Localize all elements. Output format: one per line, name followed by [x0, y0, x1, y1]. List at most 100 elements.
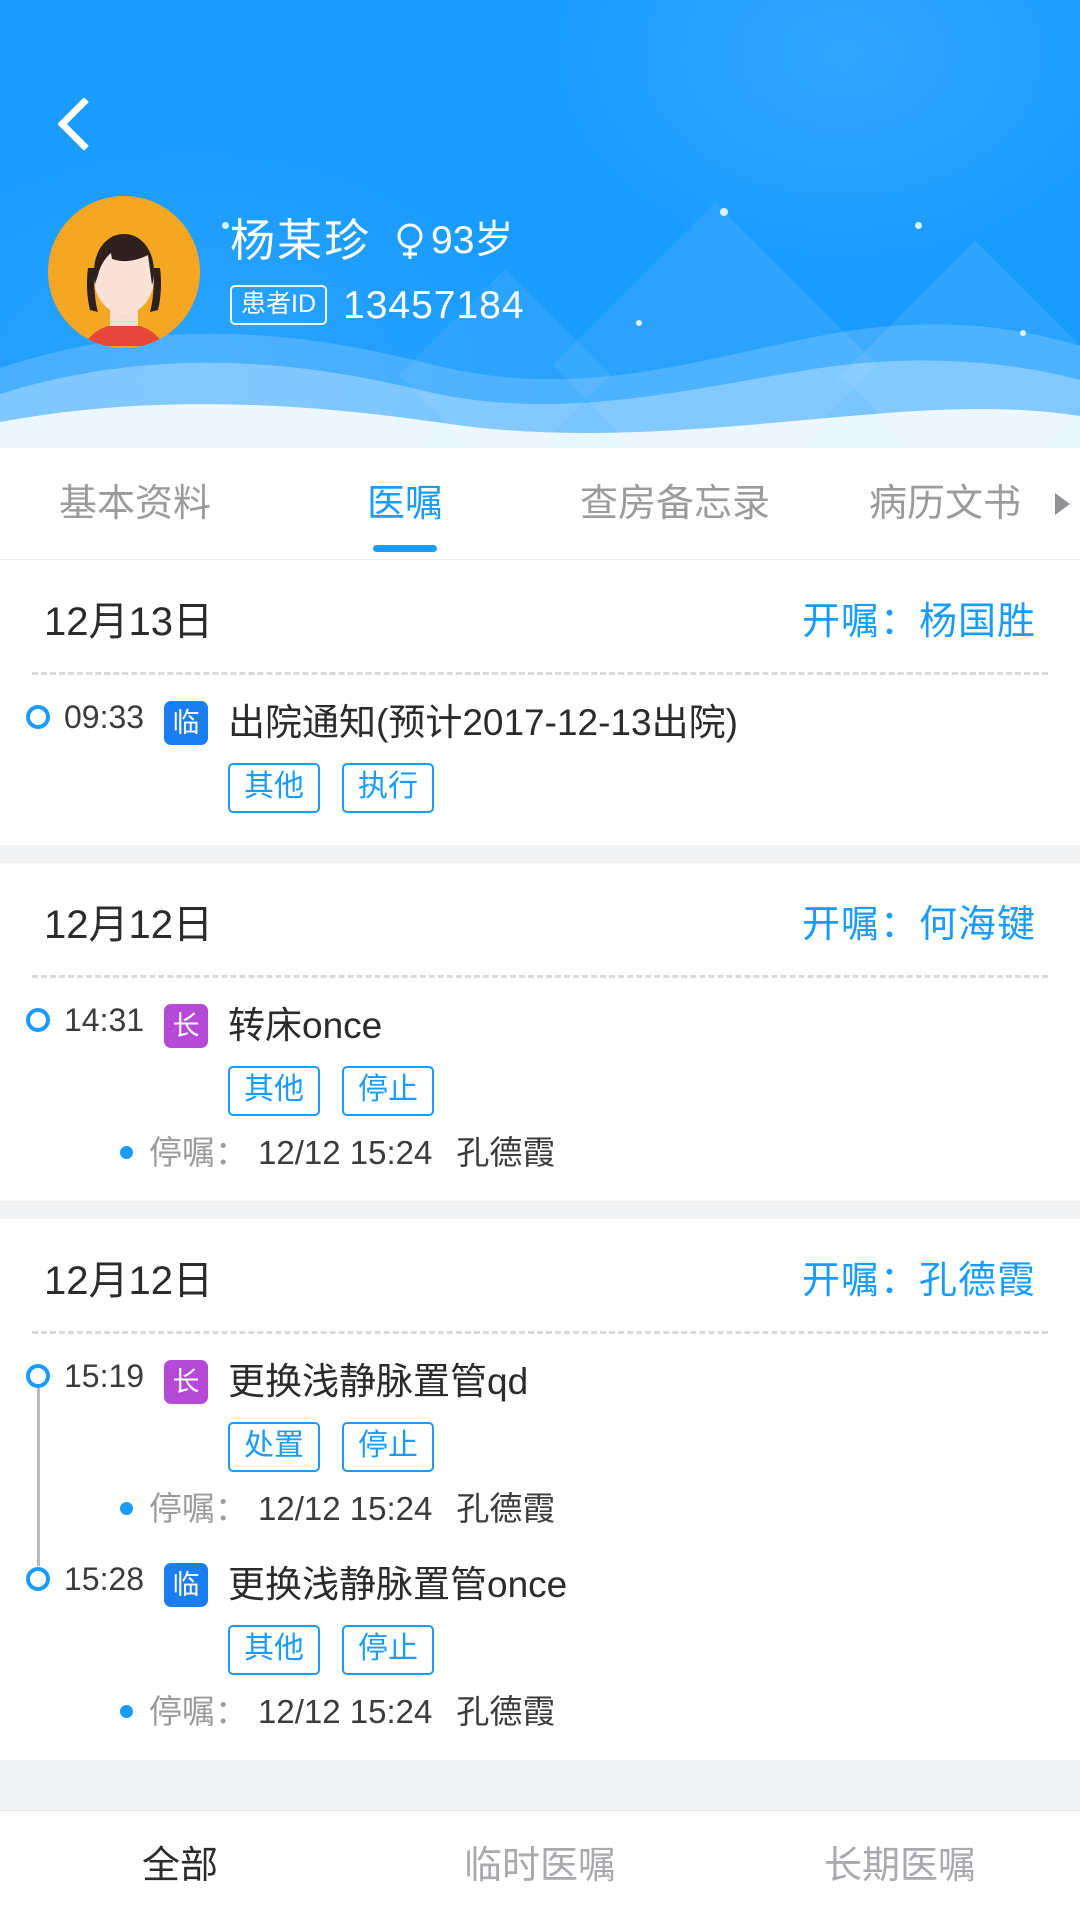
stop-note-time: 12/12 15:24	[258, 1693, 433, 1730]
order-type-badge: 临	[164, 701, 208, 745]
order-type-badge: 长	[164, 1004, 208, 1048]
order-stop-note: 停嘱： 12/12 15:24 孔德霞	[120, 1695, 1080, 1728]
order-stop-note: 停嘱： 12/12 15:24 孔德霞	[120, 1136, 1080, 1169]
order-type-badge: 长	[164, 1360, 208, 1404]
order-tag[interactable]: 其他	[228, 1625, 320, 1675]
order-tag[interactable]: 停止	[342, 1625, 434, 1675]
timeline-column: 09:33	[26, 701, 146, 733]
order-tag[interactable]: 停止	[342, 1422, 434, 1472]
order-title-row: 长 更换浅静脉置管qd	[164, 1360, 1080, 1404]
tab-medical-orders[interactable]: 医嘱	[270, 448, 540, 560]
order-card-doctor[interactable]: 开嘱：孔德霞	[802, 1262, 1036, 1300]
stop-note-label: 停嘱：	[149, 1134, 248, 1171]
order-title-row: 临 更换浅静脉置管once	[164, 1563, 1080, 1607]
patient-details: 杨某珍 93岁 患者ID 13457184	[230, 196, 525, 325]
order-card-date: 12月13日	[44, 600, 213, 644]
order-tags: 其他 停止	[228, 1625, 1080, 1675]
stop-note-operator: 孔德霞	[456, 1693, 556, 1730]
stop-note-label: 停嘱：	[149, 1490, 248, 1527]
stop-note-operator: 孔德霞	[456, 1490, 556, 1527]
header-decor-dot	[720, 208, 728, 216]
order-card[interactable]: 12月13日 开嘱：杨国胜 09:33 临 出院通知(预计2017-12-13出…	[0, 560, 1080, 845]
order-tag[interactable]: 其他	[228, 1066, 320, 1116]
patient-id-badge-label: 患者ID	[230, 285, 328, 325]
timeline-dot-icon	[26, 705, 50, 729]
order-card-header: 12月12日 开嘱：何海键	[0, 863, 1080, 975]
bullet-icon	[120, 1146, 133, 1159]
order-entry-main: 14:31 长 转床once 其他 停止	[0, 1004, 1080, 1116]
tab-active-underline	[373, 544, 437, 552]
filter-temporary-orders[interactable]: 临时医嘱	[360, 1847, 720, 1885]
stop-note-operator: 孔德霞	[456, 1134, 556, 1171]
female-gender-icon	[397, 223, 423, 259]
tab-basic-info[interactable]: 基本资料	[0, 448, 270, 560]
order-tag[interactable]: 处置	[228, 1422, 320, 1472]
order-stop-note: 停嘱： 12/12 15:24 孔德霞	[120, 1492, 1080, 1525]
order-entries: 09:33 临 出院通知(预计2017-12-13出院) 其他 执行	[0, 675, 1080, 837]
patient-name-row: 杨某珍 93岁	[230, 218, 525, 263]
order-entry-main: 09:33 临 出院通知(预计2017-12-13出院) 其他 执行	[0, 701, 1080, 813]
order-time: 09:33	[64, 699, 145, 735]
patient-summary: 杨某珍 93岁 患者ID 13457184	[48, 196, 525, 348]
order-time: 14:31	[64, 1002, 145, 1038]
order-time: 15:28	[64, 1561, 145, 1597]
order-card-doctor[interactable]: 开嘱：杨国胜	[802, 603, 1036, 641]
patient-orders-screen: 杨某珍 93岁 患者ID 13457184 基本资料 医嘱 查房备忘录 病历文书…	[0, 0, 1080, 1920]
tab-label: 病历文书	[868, 482, 1021, 525]
tab-label: 基本资料	[58, 482, 211, 525]
bullet-icon	[120, 1502, 133, 1515]
order-card[interactable]: 12月12日 开嘱：何海键 14:31 长 转床once 其他 停止 停嘱： 1…	[0, 863, 1080, 1201]
timeline-column: 15:19	[26, 1360, 146, 1392]
order-name: 转床once	[228, 1004, 383, 1046]
order-card-date: 12月12日	[44, 1259, 213, 1303]
order-card-header: 12月12日 开嘱：孔德霞	[0, 1219, 1080, 1331]
patient-id-row: 患者ID 13457184	[230, 285, 525, 325]
order-entries: 15:19 长 更换浅静脉置管qd 处置 停止 停嘱： 12/12 15:24 …	[0, 1334, 1080, 1752]
order-tags: 其他 执行	[228, 763, 1080, 813]
header-decor-dot	[915, 222, 922, 229]
timeline-dot-icon	[26, 1008, 50, 1032]
order-entry[interactable]: 15:28 临 更换浅静脉置管once 其他 停止 停嘱： 12/12 15:2…	[0, 1537, 1080, 1740]
order-name: 出院通知(预计2017-12-13出院)	[228, 701, 738, 743]
order-tag[interactable]: 其他	[228, 763, 320, 813]
tab-label: 查房备忘录	[579, 482, 770, 525]
filter-longterm-orders[interactable]: 长期医嘱	[720, 1847, 1080, 1885]
order-entry-body: 长 更换浅静脉置管qd 处置 停止	[146, 1360, 1080, 1472]
tab-ward-round-memo[interactable]: 查房备忘录	[540, 448, 810, 560]
chevron-right-icon[interactable]	[1055, 492, 1070, 515]
order-card-header: 12月13日 开嘱：杨国胜	[0, 560, 1080, 672]
avatar[interactable]	[48, 196, 200, 348]
order-tags: 处置 停止	[228, 1422, 1080, 1472]
order-entry-main: 15:28 临 更换浅静脉置管once 其他 停止	[0, 1563, 1080, 1675]
order-entry-body: 临 出院通知(预计2017-12-13出院) 其他 执行	[146, 701, 1080, 813]
order-entry[interactable]: 14:31 长 转床once 其他 停止 停嘱： 12/12 15:24 孔德霞	[0, 1004, 1080, 1181]
stop-note-time: 12/12 15:24	[258, 1490, 433, 1527]
filter-all[interactable]: 全部	[0, 1847, 360, 1885]
patient-age: 93岁	[431, 219, 514, 262]
order-entries: 14:31 长 转床once 其他 停止 停嘱： 12/12 15:24 孔德霞	[0, 978, 1080, 1193]
order-title-row: 临 出院通知(预计2017-12-13出院)	[164, 701, 1080, 745]
order-type-badge: 临	[164, 1563, 208, 1607]
patient-name: 杨某珍	[230, 215, 372, 266]
stop-note-time: 12/12 15:24	[258, 1134, 433, 1171]
order-entry-main: 15:19 长 更换浅静脉置管qd 处置 停止	[0, 1360, 1080, 1472]
patient-id-value: 13457184	[343, 283, 525, 327]
order-entry[interactable]: 15:19 长 更换浅静脉置管qd 处置 停止 停嘱： 12/12 15:24 …	[0, 1360, 1080, 1537]
order-entry-body: 临 更换浅静脉置管once 其他 停止	[146, 1563, 1080, 1675]
order-title-row: 长 转床once	[164, 1004, 1080, 1048]
timeline-dot-icon	[26, 1567, 50, 1591]
patient-header: 杨某珍 93岁 患者ID 13457184	[0, 0, 1080, 448]
order-tag[interactable]: 执行	[342, 763, 434, 813]
order-tag[interactable]: 停止	[342, 1066, 434, 1116]
timeline-column: 14:31	[26, 1004, 146, 1036]
section-tab-bar: 基本资料 医嘱 查房备忘录 病历文书	[0, 448, 1080, 560]
order-card-doctor[interactable]: 开嘱：何海键	[802, 906, 1036, 944]
back-button[interactable]	[38, 78, 130, 170]
order-time: 15:19	[64, 1358, 145, 1394]
order-entry[interactable]: 09:33 临 出院通知(预计2017-12-13出院) 其他 执行	[0, 701, 1080, 825]
order-entry-body: 长 转床once 其他 停止	[146, 1004, 1080, 1116]
orders-list[interactable]: 12月13日 开嘱：杨国胜 09:33 临 出院通知(预计2017-12-13出…	[0, 560, 1080, 1850]
tab-medical-records[interactable]: 病历文书	[810, 448, 1080, 560]
order-card[interactable]: 12月12日 开嘱：孔德霞 15:19 长 更换浅静脉置管qd 处置 停止 停嘱…	[0, 1219, 1080, 1760]
order-name: 更换浅静脉置管once	[228, 1563, 568, 1605]
